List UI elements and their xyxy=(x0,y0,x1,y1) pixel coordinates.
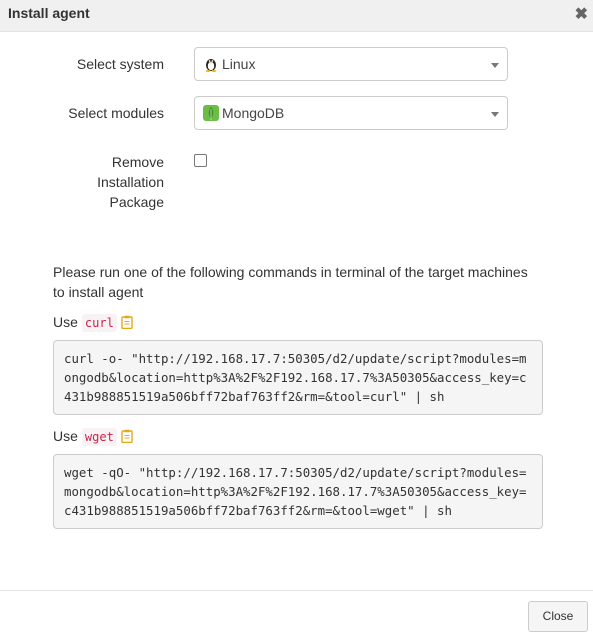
use-curl-line: Use curl xyxy=(53,312,133,334)
select-modules-label: Select modules xyxy=(68,105,164,121)
instructions-text: Please run one of the following commands… xyxy=(53,264,528,300)
dialog-footer: Close xyxy=(0,590,593,632)
wget-command-box[interactable]: wget -qO- "http://192.168.17.7:50305/d2/… xyxy=(53,454,543,529)
remove-package-checkbox[interactable] xyxy=(194,154,207,167)
use-label: Use xyxy=(53,428,78,444)
wget-tool-name: wget xyxy=(81,428,117,446)
close-icon[interactable]: ✖ xyxy=(575,4,588,24)
remove-label-line: Remove xyxy=(111,154,164,170)
clipboard-icon[interactable] xyxy=(121,428,133,448)
curl-command-box[interactable]: curl -o- "http://192.168.17.7:50305/d2/u… xyxy=(53,340,543,415)
close-button[interactable]: Close xyxy=(528,601,588,632)
clipboard-icon[interactable] xyxy=(121,314,133,334)
select-system-label: Select system xyxy=(76,56,164,72)
linux-penguin-icon xyxy=(203,56,219,72)
mongodb-leaf-icon xyxy=(203,105,219,121)
remove-label-line: Package xyxy=(109,194,164,210)
remove-label-line: Installation xyxy=(97,174,164,190)
dialog-title: Install agent xyxy=(8,5,90,21)
system-select-value: Linux xyxy=(222,56,256,72)
modules-select[interactable]: MongoDB xyxy=(194,96,508,130)
chevron-down-icon xyxy=(491,63,499,68)
use-wget-line: Use wget xyxy=(53,426,133,448)
use-label: Use xyxy=(53,314,78,330)
system-select[interactable]: Linux xyxy=(194,47,508,81)
dialog-header: Install agent ✖ xyxy=(0,0,593,32)
modules-select-value: MongoDB xyxy=(222,105,285,121)
chevron-down-icon xyxy=(491,112,499,117)
remove-installation-label: Remove Installation Package xyxy=(4,152,164,212)
curl-tool-name: curl xyxy=(81,314,117,332)
